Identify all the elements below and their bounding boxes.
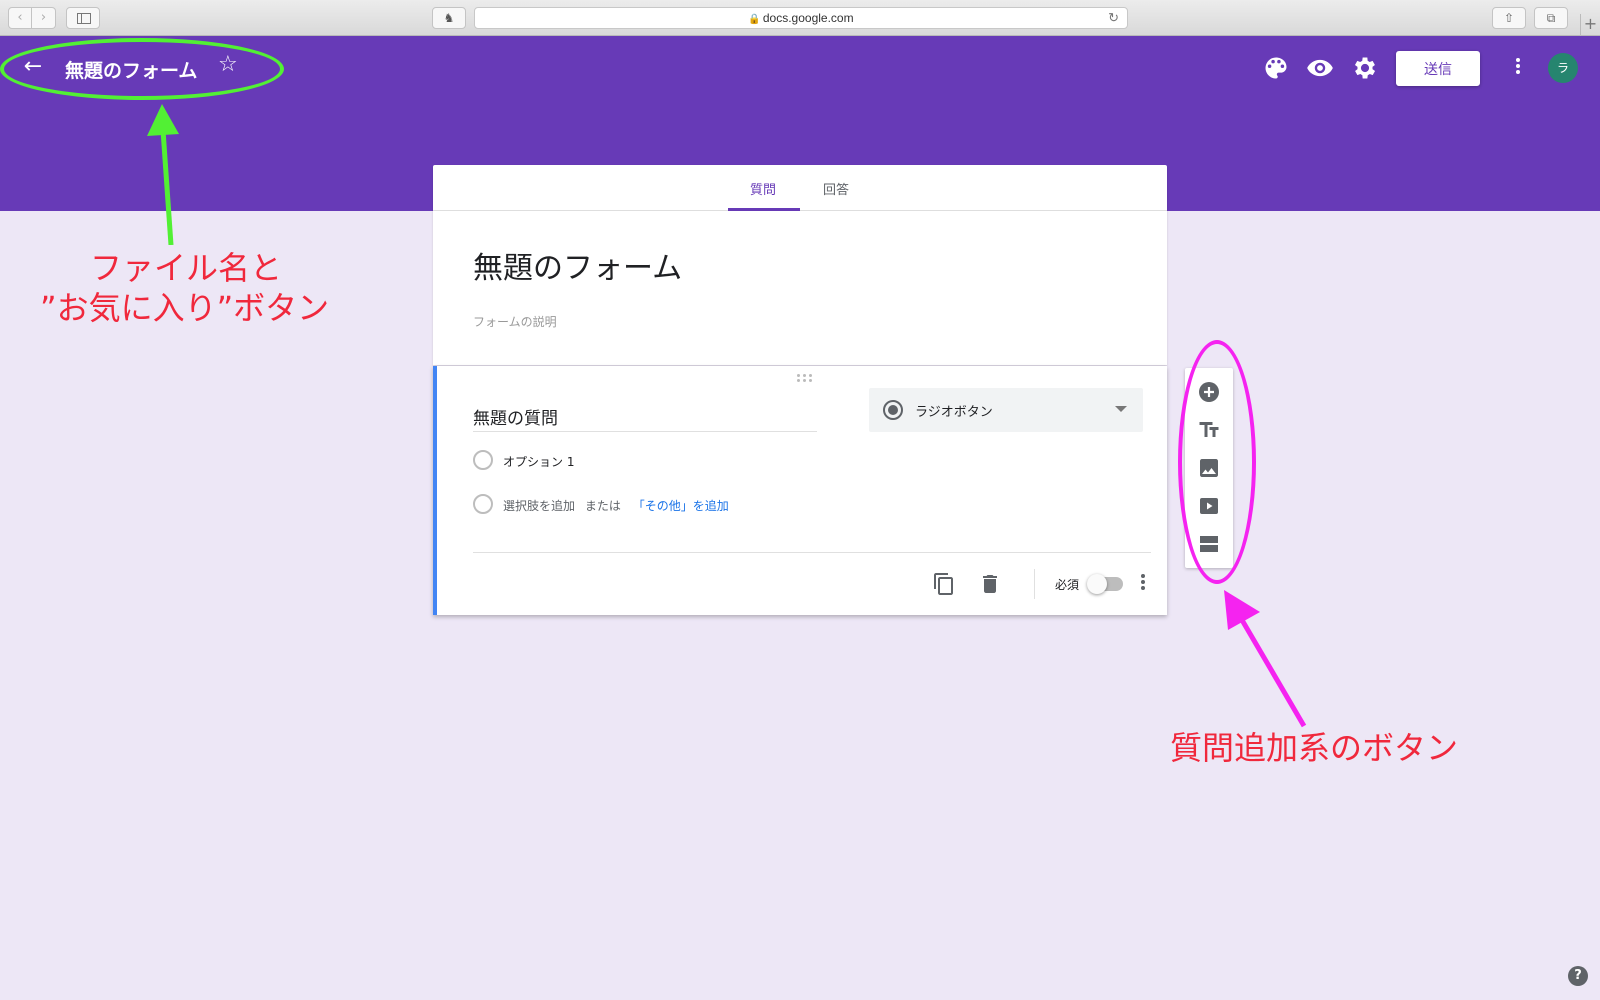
chevron-down-icon [1115,406,1127,412]
editor-tabs: 質問 回答 [433,165,1167,211]
browser-tabs-button[interactable]: ⧉ [1534,7,1568,29]
question-type-label: ラジオボタン [915,405,993,420]
annotation-magenta-arrow [1224,590,1307,728]
browser-extension-icon[interactable]: ♞ [432,7,466,29]
add-option-text: 選択肢を追加 または 「その他」を追加 [503,497,729,514]
help-icon[interactable]: ? [1568,966,1588,986]
annotation-green-ellipse [0,38,284,100]
send-button[interactable]: 送信 [1396,51,1480,86]
radio-button-icon [883,400,903,420]
annotation-add-buttons: 質問追加系のボタン [1170,729,1459,767]
question-divider [473,552,1151,553]
browser-nav-buttons: ‹ › [8,7,56,29]
address-bar[interactable]: 🔒 docs.google.com ↻ [474,7,1128,29]
annotation-file-name-line1: ファイル名と [90,249,283,287]
required-label: 必須 [1055,578,1080,592]
more-vert-icon[interactable] [1510,56,1526,80]
reload-icon[interactable]: ↻ [1108,8,1119,28]
required-toggle[interactable] [1087,574,1123,594]
avatar[interactable]: ラ [1548,53,1578,83]
question-type-select[interactable]: ラジオボタン [869,388,1143,432]
form-description-input[interactable]: フォームの説明 [473,313,557,330]
radio-empty-icon [473,450,493,470]
or-label: または [584,499,621,513]
question-card[interactable]: 無題の質問 ラジオボタン オプション 1 選択肢を追加 または 「その他」を追加 [433,366,1167,615]
annotation-file-name-line2: ”お気に入り”ボタン [40,289,330,327]
browser-sidebar-button[interactable] [66,7,100,29]
settings-gear-icon[interactable] [1351,54,1379,82]
lock-icon: 🔒 [748,14,761,25]
annotation-magenta-ellipse [1178,340,1256,584]
address-bar-url: docs.google.com [762,11,854,25]
browser-toolbar: ‹ › ♞ 🔒 docs.google.com ↻ ⇧ ⧉ + [0,0,1600,36]
add-option-link[interactable]: 選択肢を追加 [503,499,575,513]
tab-questions[interactable]: 質問 [750,179,776,198]
palette-icon[interactable] [1262,54,1290,82]
browser-back-button[interactable]: ‹ [8,7,32,29]
question-title-input[interactable]: 無題の質問 [473,404,817,432]
add-other-link[interactable]: 「その他」を追加 [633,499,729,513]
form-title-card: 無題のフォーム フォームの説明 [433,211,1167,365]
form-title-input[interactable]: 無題のフォーム [473,243,682,287]
drag-handle-icon[interactable] [797,374,813,382]
trash-icon[interactable] [978,572,1002,596]
option-1-input[interactable]: オプション 1 [503,453,574,470]
preview-eye-icon[interactable] [1306,54,1334,82]
browser-share-button[interactable]: ⇧ [1492,7,1526,29]
browser-forward-button[interactable]: › [32,7,56,29]
tab-responses[interactable]: 回答 [823,179,849,198]
form-editor: 質問 回答 無題のフォーム フォームの説明 無題の質問 ラジオボタン オプション… [433,165,1167,615]
new-tab-button[interactable]: + [1580,14,1600,36]
footer-separator [1034,569,1035,599]
radio-empty-icon [473,494,493,514]
annotation-green-arrow [147,104,179,245]
duplicate-icon[interactable] [932,572,956,596]
question-more-icon[interactable] [1137,572,1149,596]
